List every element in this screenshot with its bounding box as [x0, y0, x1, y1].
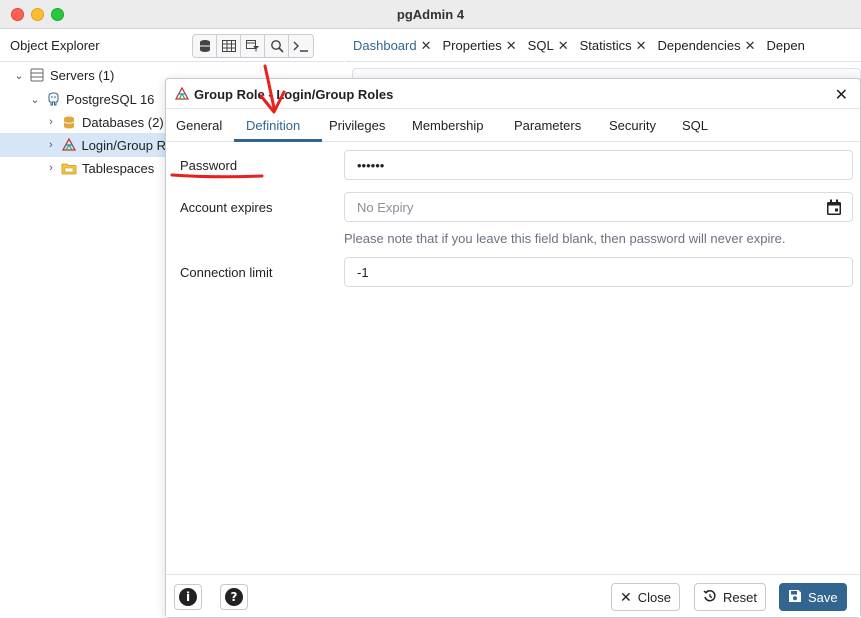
search-icon[interactable]	[265, 35, 289, 57]
tab-definition[interactable]: Definition	[246, 118, 300, 133]
close-icon[interactable]: ✕	[558, 38, 569, 53]
account-expires-field[interactable]: No Expiry	[344, 192, 853, 222]
tree-item-label: Tablespaces	[82, 160, 155, 176]
tab-label: Dashboard	[353, 38, 417, 53]
tab-sql[interactable]: SQL ✕	[520, 30, 572, 54]
group-role-icon	[60, 138, 78, 152]
chevron-down-icon[interactable]: ⌄	[12, 69, 26, 82]
dialog-header: Group Role - Login/Group Roles ✕	[166, 79, 860, 109]
database-icon	[60, 115, 78, 129]
tab-statistics[interactable]: Statistics ✕	[572, 30, 650, 54]
help-button[interactable]: ?	[220, 584, 248, 610]
tree-item-label: Servers (1)	[50, 67, 115, 83]
tree-item-label: Databases (2)	[82, 114, 164, 130]
window-titlebar: pgAdmin 4	[0, 0, 861, 29]
tab-label: Dependencies	[657, 38, 741, 53]
tab-parameters[interactable]: Parameters	[514, 118, 581, 133]
dialog-footer: i ? ✕ Close Reset Save	[166, 574, 860, 617]
object-explorer-header: Object Explorer	[0, 30, 344, 62]
tab-membership[interactable]: Membership	[412, 118, 484, 133]
save-icon	[788, 589, 802, 606]
group-role-dialog: Group Role - Login/Group Roles ✕ General…	[165, 78, 861, 618]
main-tab-strip: Dashboard ✕ Properties ✕ SQL ✕ Statistics ✕ Depe…	[345, 30, 861, 62]
close-icon[interactable]: ✕	[421, 38, 432, 53]
tab-general[interactable]: General	[176, 118, 222, 133]
tab-dependents[interactable]: Depen	[759, 30, 808, 53]
dialog-tab-strip: General Definition Privileges Membership…	[166, 110, 860, 142]
postgres-elephant-icon	[44, 91, 62, 106]
active-tab-indicator	[234, 139, 322, 142]
password-field[interactable]: ••••••	[344, 150, 853, 180]
info-button[interactable]: i	[174, 584, 202, 610]
filter-table-icon[interactable]	[241, 35, 265, 57]
chevron-right-icon[interactable]: ›	[44, 162, 58, 174]
close-icon[interactable]: ✕	[835, 85, 848, 105]
help-icon: ?	[225, 588, 243, 606]
tab-label: Statistics	[579, 38, 632, 53]
tab-privileges[interactable]: Privileges	[329, 118, 385, 133]
tab-sql[interactable]: SQL	[682, 118, 708, 133]
explorer-toolbar	[192, 34, 314, 58]
close-icon: ✕	[620, 588, 632, 605]
tablespaces-icon	[60, 161, 78, 175]
chevron-right-icon[interactable]: ›	[44, 116, 58, 128]
database-stack-icon[interactable]	[193, 35, 217, 57]
tree-item-label: PostgreSQL 16	[66, 91, 155, 107]
window-title: pgAdmin 4	[396, 7, 465, 22]
tree-item-postgresql[interactable]: ⌄ PostgreSQL 16	[0, 87, 154, 111]
close-icon[interactable]: ✕	[636, 38, 647, 53]
reset-icon	[703, 589, 717, 606]
tab-label: SQL	[527, 38, 554, 53]
connection-limit-field[interactable]: -1	[344, 257, 853, 287]
tree-item-label: Login/Group R	[81, 137, 166, 153]
reset-button-label: Reset	[723, 589, 757, 605]
calendar-icon[interactable]	[826, 199, 842, 216]
tree-item-login-group-roles[interactable]: › Login/Group R	[0, 133, 166, 157]
info-icon: i	[179, 588, 197, 606]
object-explorer-title: Object Explorer	[10, 38, 100, 53]
chevron-down-icon[interactable]: ⌄	[28, 93, 42, 106]
table-grid-icon[interactable]	[217, 35, 241, 57]
tab-label: Properties	[442, 38, 502, 53]
account-expires-placeholder: No Expiry	[357, 200, 414, 215]
servers-icon	[28, 68, 46, 82]
tab-label: Depen	[766, 38, 805, 53]
reset-button[interactable]: Reset	[694, 583, 766, 611]
close-icon[interactable]: ✕	[506, 38, 517, 53]
tree-item-servers[interactable]: ⌄ Servers (1)	[0, 63, 114, 87]
close-button-label: Close	[637, 589, 671, 605]
save-button-label: Save	[808, 589, 838, 605]
tab-dashboard[interactable]: Dashboard ✕	[345, 30, 435, 54]
group-role-icon	[174, 86, 190, 101]
terminal-icon[interactable]	[289, 35, 313, 57]
account-expires-label: Account expires	[180, 200, 273, 215]
connection-limit-label: Connection limit	[180, 265, 273, 280]
save-button[interactable]: Save	[779, 583, 847, 611]
tree-item-tablespaces[interactable]: › Tablespaces	[0, 156, 154, 180]
tree-item-databases[interactable]: › Databases (2)	[0, 110, 164, 134]
tab-security[interactable]: Security	[609, 118, 656, 133]
close-button[interactable]: ✕ Close	[611, 583, 680, 611]
tab-properties[interactable]: Properties ✕	[435, 30, 520, 54]
password-label: Password	[180, 158, 238, 173]
close-icon[interactable]: ✕	[745, 38, 756, 53]
expires-help-text: Please note that if you leave this field…	[344, 231, 786, 246]
chevron-right-icon[interactable]: ›	[44, 139, 58, 151]
dialog-title: Group Role - Login/Group Roles	[194, 87, 394, 102]
tab-dependencies[interactable]: Dependencies ✕	[650, 30, 759, 54]
